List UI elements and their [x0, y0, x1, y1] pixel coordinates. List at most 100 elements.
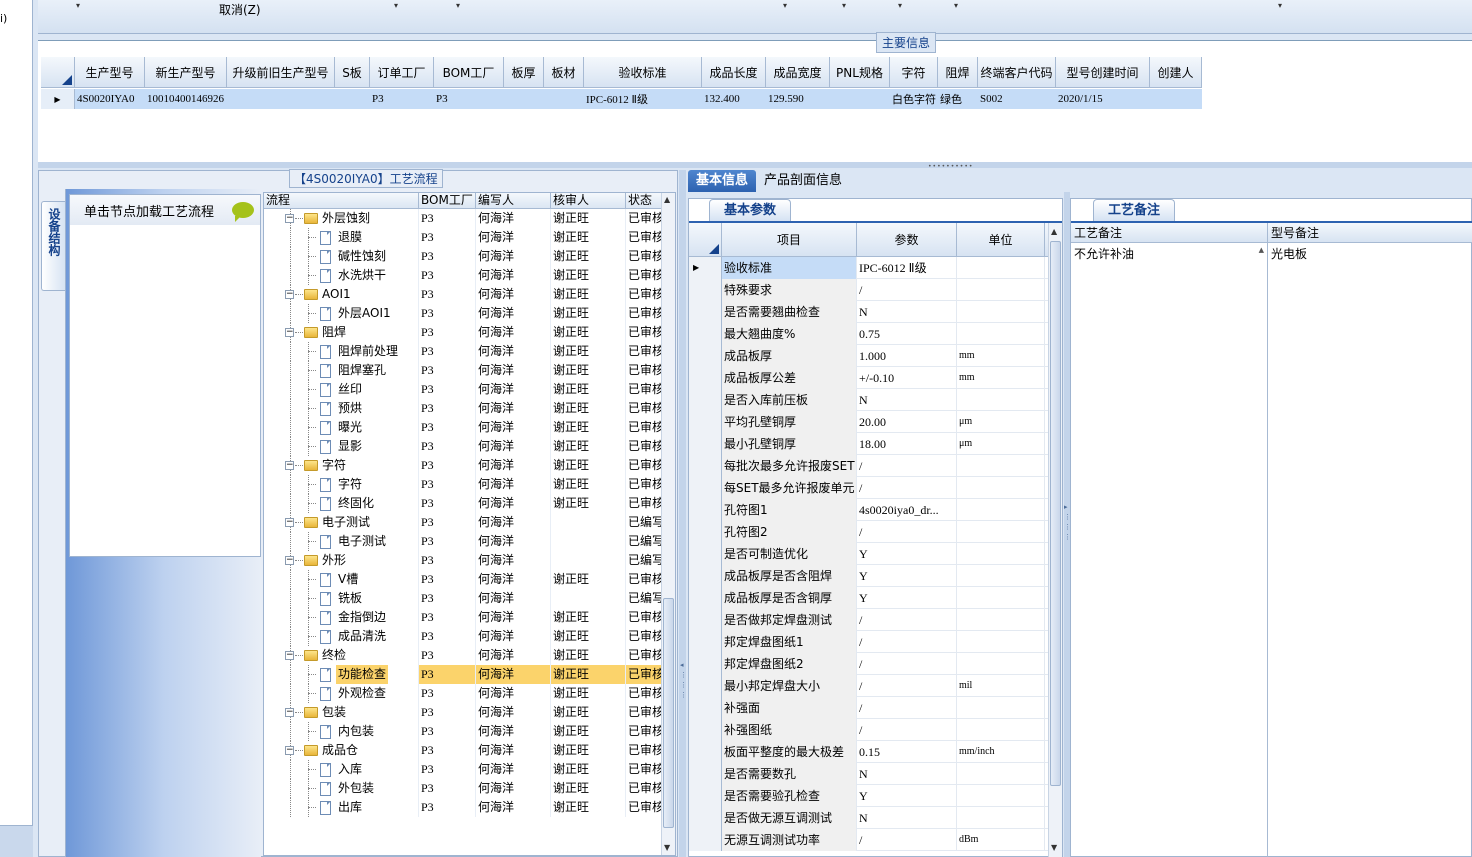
param-row[interactable]: 最小孔壁铜厚 18.00 μm — [689, 433, 1062, 455]
cell-unit[interactable] — [957, 807, 1045, 829]
table-row[interactable]: ▶ 4S0020IYA0 10010400146926 P3 P3 IPC-6012 Ⅱ级… — [41, 89, 1202, 109]
table-cell[interactable] — [1150, 89, 1202, 109]
tree-row[interactable]: 入库 P3 何海洋 谢正旺 已审核 — [264, 760, 675, 779]
cell-bom[interactable]: P3 — [419, 741, 476, 760]
cell-editor[interactable]: 何海洋 — [476, 722, 551, 741]
cell-reviewer[interactable]: 谢正旺 — [551, 437, 626, 456]
cell-reviewer[interactable]: 谢正旺 — [551, 304, 626, 323]
cell-editor[interactable]: 何海洋 — [476, 798, 551, 817]
cell-status[interactable]: 已审核 — [626, 570, 662, 589]
cell-param[interactable]: 0.15 — [857, 741, 957, 763]
cell-bom[interactable]: P3 — [419, 627, 476, 646]
cell-unit[interactable] — [957, 763, 1045, 785]
column-header[interactable]: 升级前旧生产型号 — [227, 57, 335, 88]
cell-param[interactable]: N — [857, 763, 957, 785]
cell-unit[interactable] — [957, 455, 1045, 477]
cell-item[interactable]: 邦定焊盘图纸2 — [722, 653, 857, 675]
tree-row[interactable]: − 外形 P3 何海洋 已编写 — [264, 551, 675, 570]
cell-reviewer[interactable]: 谢正旺 — [551, 760, 626, 779]
cell-bom[interactable]: P3 — [419, 532, 476, 551]
cell-reviewer[interactable] — [551, 532, 626, 551]
param-row[interactable]: 是否可制造优化 Y — [689, 543, 1062, 565]
cell-bom[interactable]: P3 — [419, 646, 476, 665]
cell-item[interactable]: 成品板厚 — [722, 345, 857, 367]
cell-status[interactable]: 已审核 — [626, 494, 662, 513]
tree-row[interactable]: 水洗烘干 P3 何海洋 谢正旺 已审核 — [264, 266, 675, 285]
cell-reviewer[interactable] — [551, 513, 626, 532]
cell-item[interactable]: 成品板厚是否含铜厚 — [722, 587, 857, 609]
collapse-icon[interactable]: − — [285, 518, 294, 527]
cell-editor[interactable]: 何海洋 — [476, 665, 551, 684]
tree-node[interactable]: 外包装 — [264, 779, 419, 798]
tree-row[interactable]: 功能检查 P3 何海洋 谢正旺 已审核 — [264, 665, 675, 684]
cell-editor[interactable]: 何海洋 — [476, 285, 551, 304]
tree-node[interactable]: 外层AOI1 — [264, 304, 419, 323]
tree-node[interactable]: 出库 — [264, 798, 419, 817]
tree-row[interactable]: 碱性蚀刻 P3 何海洋 谢正旺 已审核 — [264, 247, 675, 266]
cell-reviewer[interactable]: 谢正旺 — [551, 209, 626, 228]
cell-bom[interactable]: P3 — [419, 608, 476, 627]
table-cell[interactable]: 10010400146926 — [145, 89, 227, 109]
table-cell[interactable] — [227, 89, 335, 109]
cell-status[interactable]: 已审核 — [626, 342, 662, 361]
tree-row[interactable]: 外层AOI1 P3 何海洋 谢正旺 已审核 — [264, 304, 675, 323]
cell-param[interactable]: / — [857, 697, 957, 719]
cell-unit[interactable] — [957, 257, 1045, 279]
scroll-up-icon[interactable]: ▲ — [1051, 227, 1057, 236]
cell-status[interactable]: 已审核 — [626, 285, 662, 304]
cell-reviewer[interactable]: 谢正旺 — [551, 627, 626, 646]
cell-item[interactable]: 成品板厚公差 — [722, 367, 857, 389]
column-header[interactable]: 板厚 — [504, 57, 544, 88]
tree-node[interactable]: − 包装 — [264, 703, 419, 722]
tree-row[interactable]: − 外层蚀刻 P3 何海洋 谢正旺 已审核 — [264, 209, 675, 228]
cell-status[interactable]: 已审核 — [626, 323, 662, 342]
cell-item[interactable]: 每SET最多允许报废单元 — [722, 477, 857, 499]
param-row[interactable]: 成品板厚是否含铜厚 Y — [689, 587, 1062, 609]
cancel-button[interactable]: 取消(Z) — [219, 1, 261, 18]
cell-editor[interactable]: 何海洋 — [476, 760, 551, 779]
chevron-down-icon[interactable]: ▾ — [456, 1, 460, 10]
cell-status[interactable]: 已审核 — [626, 456, 662, 475]
cell-editor[interactable]: 何海洋 — [476, 418, 551, 437]
column-header[interactable]: 编写人 — [476, 193, 551, 208]
cell-item[interactable]: 无源互调测试功率 — [722, 829, 857, 851]
cell-editor[interactable]: 何海洋 — [476, 570, 551, 589]
cell-status[interactable]: 已审核 — [626, 266, 662, 285]
cell-unit[interactable] — [957, 609, 1045, 631]
cell-unit[interactable] — [957, 543, 1045, 565]
tree-row[interactable]: − AOI1 P3 何海洋 谢正旺 已审核 — [264, 285, 675, 304]
cell-bom[interactable]: P3 — [419, 418, 476, 437]
tree-row[interactable]: 终固化 P3 何海洋 谢正旺 已审核 — [264, 494, 675, 513]
cell-item[interactable]: 孔符图1 — [722, 499, 857, 521]
column-header-param[interactable]: 参数 — [857, 223, 957, 256]
cell-param[interactable]: / — [857, 653, 957, 675]
cell-item[interactable]: 是否可制造优化 — [722, 543, 857, 565]
cell-status[interactable]: 已审核 — [626, 722, 662, 741]
chevron-down-icon[interactable]: ▾ — [783, 1, 787, 10]
column-header[interactable]: 板材 — [544, 57, 584, 88]
speech-bubble-icon[interactable] — [232, 202, 254, 222]
cell-status[interactable]: 已审核 — [626, 741, 662, 760]
cell-item[interactable]: 是否做无源互调测试 — [722, 807, 857, 829]
cell-status[interactable]: 已审核 — [626, 798, 662, 817]
param-row[interactable]: 孔符图1 4s0020iya0_dr... — [689, 499, 1062, 521]
cell-status[interactable]: 已审核 — [626, 684, 662, 703]
cell-editor[interactable]: 何海洋 — [476, 703, 551, 722]
tree-row[interactable]: 内包装 P3 何海洋 谢正旺 已审核 — [264, 722, 675, 741]
tree-row[interactable]: 丝印 P3 何海洋 谢正旺 已审核 — [264, 380, 675, 399]
table-cell[interactable] — [335, 89, 370, 109]
cell-reviewer[interactable]: 谢正旺 — [551, 323, 626, 342]
table-cell[interactable]: 4S0020IYA0 — [75, 89, 145, 109]
cell-bom[interactable]: P3 — [419, 209, 476, 228]
cell-status[interactable]: 已审核 — [626, 646, 662, 665]
column-header-craft-notes[interactable]: 工艺备注 — [1071, 223, 1268, 242]
cell-item[interactable]: 补强图纸 — [722, 719, 857, 741]
column-header[interactable]: 型号创建时间 — [1056, 57, 1150, 88]
scroll-down-icon[interactable]: ▼ — [664, 843, 670, 852]
vertical-splitter[interactable]: ◂ ⋮ ⋮ ⋮ — [679, 170, 687, 857]
cell-reviewer[interactable]: 谢正旺 — [551, 665, 626, 684]
table-cell[interactable] — [504, 89, 544, 109]
tab-basic-params[interactable]: 基本参数 — [709, 199, 792, 221]
cell-unit[interactable] — [957, 631, 1045, 653]
tree-node[interactable]: 碱性蚀刻 — [264, 247, 419, 266]
